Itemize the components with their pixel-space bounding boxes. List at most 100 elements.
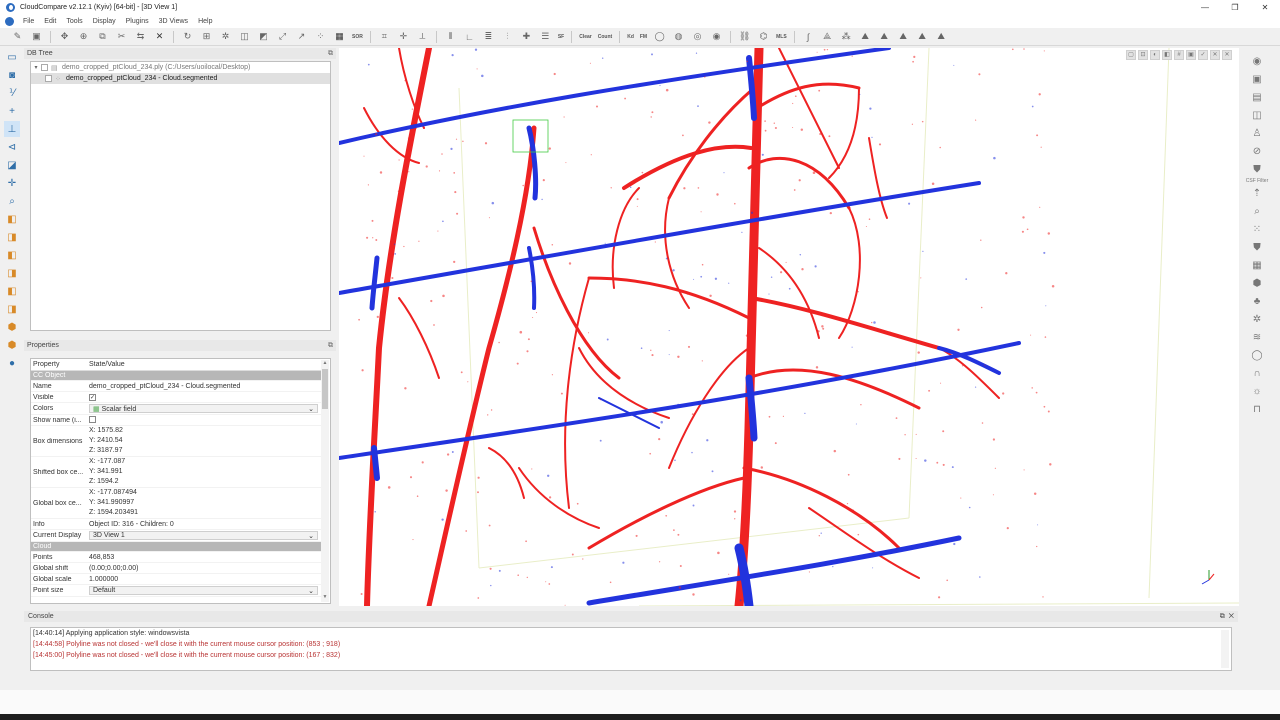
console-close-icon[interactable]: ✕ [1229,613,1234,620]
console-scrollbar[interactable] [1221,630,1229,668]
scroll-thumb[interactable] [322,369,328,409]
menu-file[interactable]: File [18,18,39,25]
measure-icon[interactable]: ⊘ [1250,144,1264,158]
checker-icon[interactable]: ▦ [333,30,346,43]
badge-icon[interactable]: ⛊ [1250,240,1264,254]
brush-icon[interactable]: ♙ [1250,126,1264,140]
confirm-icon[interactable]: ✓ [1198,50,1208,60]
camera-icon[interactable]: ◙ [4,67,20,83]
undock-icon[interactable]: ⧉ [328,342,333,350]
menu-3d-views[interactable]: 3D Views [154,18,193,25]
scatter-icon[interactable]: ⁙ [1250,222,1264,236]
pan-icon[interactable]: ✛ [4,175,20,191]
subsample-icon[interactable]: ⁘ [314,30,327,43]
colors-select[interactable]: ▦ Scalar field ⌄ [89,404,318,413]
properties-scrollbar[interactable]: ▲ ▼ [321,360,329,602]
sf-gradient-icon[interactable]: ≣ [482,30,495,43]
grid-plugin-icon[interactable]: ▦ [1250,258,1264,272]
left-view-icon[interactable]: ◨ [4,265,20,281]
mls-button[interactable]: MLS [776,34,787,40]
plugin-icon[interactable]: ⌬ [757,30,770,43]
primitive-icon[interactable]: ⟁ [821,30,834,43]
3d-view[interactable]: ▢ ⊡ ◐ ◧ # ▣ ✓ ✕ ✕ [339,48,1239,606]
zoom-icon[interactable]: ⌕ [4,193,20,209]
view-screen-icon[interactable]: ▭ [4,49,20,65]
visible-checkbox[interactable]: ✓ [89,393,96,401]
fullscreen-icon[interactable]: ▢ [1126,50,1136,60]
point-picking-icon[interactable]: ✛ [397,30,410,43]
show-name-checkbox[interactable] [89,415,96,423]
maximize-button[interactable]: ❐ [1220,0,1250,14]
histogram-icon[interactable]: ⫴ [444,30,457,43]
profile-icon[interactable]: ⊓ [1250,402,1264,416]
scroll-up-arrow-icon[interactable]: ▲ [321,360,329,368]
delete-polyline-icon[interactable]: ✕ [1210,50,1220,60]
align-icon[interactable]: ⊞ [200,30,213,43]
open-file-icon[interactable]: ✎ [11,30,24,43]
merge-icon[interactable]: ⊕ [77,30,90,43]
menu-help[interactable]: Help [193,18,217,25]
transform-icon[interactable]: ⤢ [276,30,289,43]
stereo-icon[interactable]: ● [4,355,20,371]
clear-button[interactable]: Clear [579,34,592,40]
cross-section-icon[interactable]: ⟂ [416,30,429,43]
point-size-select[interactable]: Default ⌄ [89,586,318,595]
zoom-1-1-icon[interactable]: ⅟ [4,85,20,101]
globe-icon[interactable]: ◎ [691,30,704,43]
tree-checkbox[interactable] [41,64,48,71]
curve-icon[interactable]: ∫ [802,30,815,43]
top-view-icon[interactable]: ◨ [4,229,20,245]
pivot-icon[interactable]: + [4,103,20,119]
add-sf-icon[interactable]: ✚ [520,30,533,43]
stack-icon[interactable]: ≋ [1250,330,1264,344]
frame-icon[interactable]: ▣ [1186,50,1196,60]
tree-checkbox[interactable] [45,75,52,82]
mesh-icon[interactable]: ◫ [238,30,251,43]
sf-button[interactable]: SF [558,34,564,40]
cancel-icon[interactable]: ✕ [1222,50,1232,60]
expand-arrow-icon[interactable]: ▾ [31,64,41,71]
sf-list-icon[interactable]: ☰ [539,30,552,43]
db-tree[interactable]: ▾ ▤ demo_cropped_ptCloud_234.ply (C:/Use… [30,61,331,331]
bottom-view-icon[interactable]: ◨ [4,301,20,317]
register-icon[interactable]: ↻ [181,30,194,43]
normals-icon[interactable]: ↗ [295,30,308,43]
tree-icon[interactable]: ♣ [1250,294,1264,308]
sphere-icon[interactable]: ◍ [672,30,685,43]
name-value[interactable]: demo_cropped_ptCloud_234 - Cloud.segment… [89,383,321,390]
crop-icon[interactable]: ⌗ [378,30,391,43]
undock-icon[interactable]: ⧉ [328,50,333,58]
app-menu-icon[interactable] [5,16,14,26]
menu-display[interactable]: Display [88,18,121,25]
sample-icon[interactable]: ⇆ [134,30,147,43]
sor-button[interactable]: SOR [352,34,363,40]
count-button[interactable]: Count [598,34,612,40]
back-view-icon[interactable]: ◧ [4,247,20,263]
settings-icon[interactable]: ✲ [1250,312,1264,326]
distance-icon[interactable]: ✲ [219,30,232,43]
current-display-select[interactable]: 3D View 1 ⌄ [89,531,318,540]
zoom-fit-icon[interactable]: ⊡ [1138,50,1148,60]
menu-edit[interactable]: Edit [39,18,61,25]
link-icon[interactable]: ⛓ [738,30,751,43]
bulb-icon[interactable]: ☼ [1250,384,1264,398]
grid-icon[interactable]: # [1174,50,1184,60]
iso-view-2-icon[interactable]: ⬢ [4,337,20,353]
terrain-icon[interactable]: ⛰ [859,30,872,43]
view-options-icon[interactable]: ◐ [1150,50,1160,60]
sf-filter-icon[interactable]: ⫶ [501,30,514,43]
compute-icon[interactable]: ∟ [463,30,476,43]
menu-plugins[interactable]: Plugins [121,18,154,25]
terrain-4-icon[interactable]: ⛰ [916,30,929,43]
perspective-icon[interactable]: ◪ [4,157,20,173]
undock-icon[interactable]: ⧉ [1220,613,1225,620]
minimize-button[interactable]: — [1190,0,1220,14]
tree-item-file[interactable]: ▾ ▤ demo_cropped_ptCloud_234.ply (C:/Use… [31,62,330,73]
terrain-3-icon[interactable]: ⛰ [897,30,910,43]
shield-icon[interactable]: ⛊ [1250,162,1264,176]
kd-button[interactable]: Kd [627,34,634,40]
scale-icon[interactable]: ◩ [257,30,270,43]
front-view-icon[interactable]: ◧ [4,211,20,227]
magnify-icon[interactable]: ⌕ [1250,204,1264,218]
clone-icon[interactable]: ⧉ [96,30,109,43]
